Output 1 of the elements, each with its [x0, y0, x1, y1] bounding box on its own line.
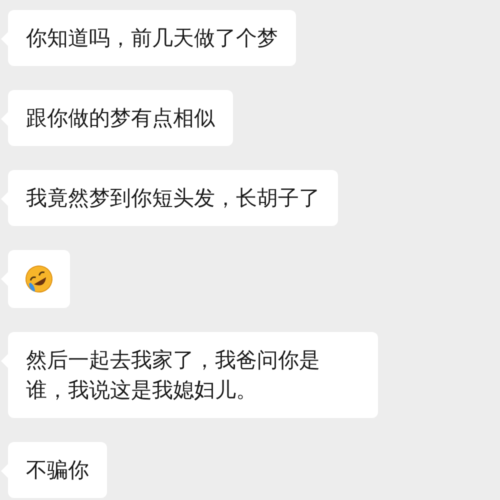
laughing-emoji-icon	[24, 264, 54, 294]
